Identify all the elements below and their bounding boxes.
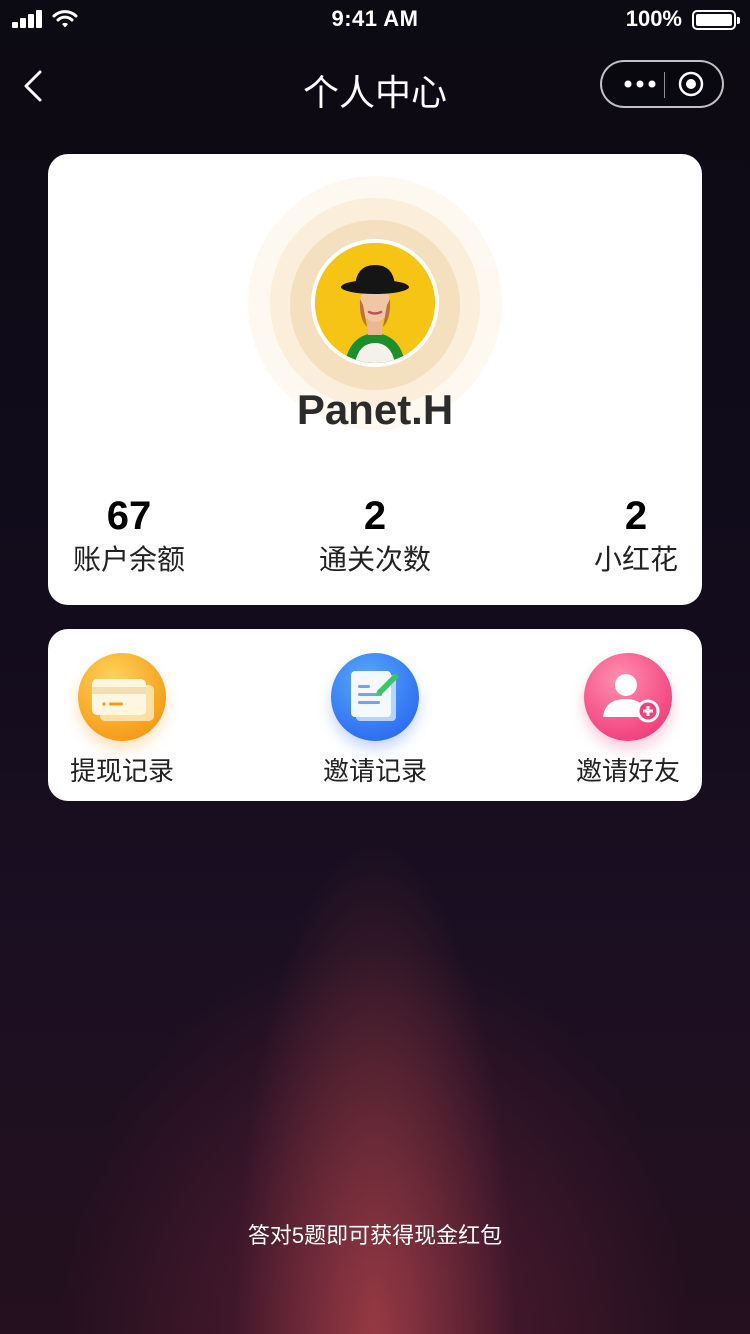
user-name: Panet.H	[296, 386, 454, 433]
stat-value: 2	[363, 494, 387, 538]
mini-program-capsule	[600, 60, 724, 108]
invite-records-button[interactable]: 邀请记录	[310, 653, 440, 788]
stat-flowers[interactable]: 2 小红花	[586, 494, 686, 578]
avatar[interactable]	[311, 239, 439, 367]
invite-friends-button[interactable]: 邀请好友	[563, 653, 693, 788]
stat-label: 账户余额	[72, 544, 185, 575]
add-user-icon	[584, 653, 672, 741]
more-dots-icon[interactable]	[622, 75, 658, 93]
action-label: 邀请好友	[575, 756, 680, 786]
nav-bar: 个人中心	[0, 44, 750, 132]
battery-icon	[692, 10, 740, 30]
withdraw-records-button[interactable]: 提现记录	[57, 653, 187, 788]
stat-value: 2	[624, 494, 648, 538]
stat-balance[interactable]: 67 账户余额	[68, 494, 190, 578]
action-label: 提现记录	[69, 756, 174, 786]
stat-clears[interactable]: 2 通关次数	[311, 494, 439, 578]
actions-card: 提现记录 邀请记录 邀请好友	[48, 629, 702, 801]
footer-hint: 答对5题即可获得现金红包	[247, 1223, 503, 1248]
document-edit-icon	[331, 653, 419, 741]
action-label: 邀请记录	[322, 756, 427, 786]
status-bar: 9:41 AM 100%	[0, 0, 750, 40]
target-icon[interactable]	[678, 71, 704, 97]
capsule-divider	[664, 72, 665, 98]
stat-label: 通关次数	[318, 544, 431, 575]
stat-value: 67	[106, 494, 152, 538]
battery-percent: 100%	[625, 6, 682, 31]
card-icon	[78, 653, 166, 741]
stat-label: 小红花	[593, 544, 678, 575]
avatar-portrait	[315, 243, 435, 363]
profile-card: Panet.H 67 账户余额 2 通关次数 2 小红花	[48, 154, 702, 605]
